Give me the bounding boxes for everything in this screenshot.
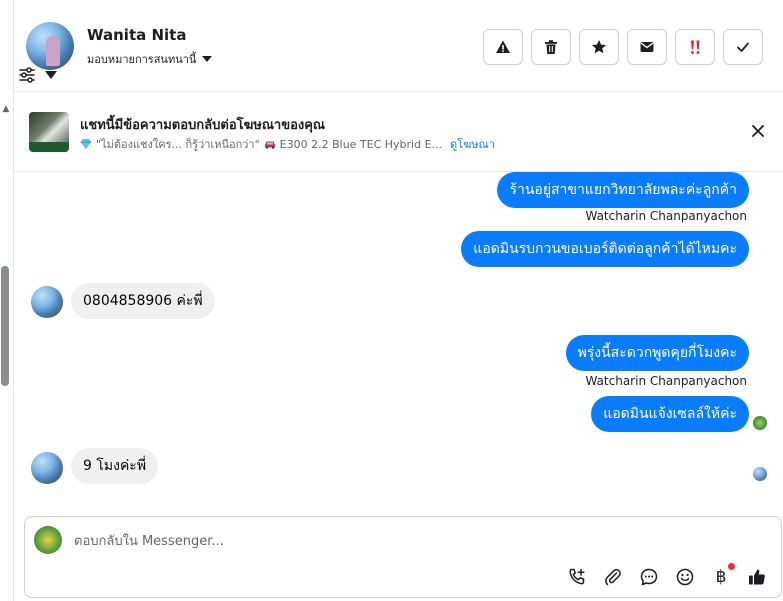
attach-button[interactable] xyxy=(601,565,625,589)
mark-urgent-button[interactable] xyxy=(675,29,715,65)
composer-tools: ฿ xyxy=(565,563,769,589)
scroll-up-arrow-icon[interactable]: ▲ xyxy=(1,104,11,114)
reply-input[interactable] xyxy=(74,531,674,551)
contact-avatar-small xyxy=(31,286,63,318)
close-icon[interactable] xyxy=(751,124,765,138)
notification-dot xyxy=(728,563,735,570)
thumbs-up-button[interactable] xyxy=(745,565,769,589)
conversation-header: Wanita Nita มอบหมายการสนทนานี้ xyxy=(14,0,783,92)
view-ad-link[interactable]: ดูโฆษณา xyxy=(450,135,495,153)
contact-name[interactable]: Wanita Nita xyxy=(87,26,186,44)
message-bubble-outgoing[interactable]: แอดมินรบกวนขอเบอร์ติดต่อลูกค้าได้ไหมคะ xyxy=(461,231,749,267)
mark-unread-button[interactable] xyxy=(627,29,667,65)
trash-icon xyxy=(545,40,557,54)
paperclip-icon xyxy=(605,568,621,586)
page-avatar xyxy=(34,526,62,554)
double-exclamation-icon xyxy=(691,40,700,54)
reply-composer: ฿ xyxy=(24,516,782,598)
emoji-button[interactable] xyxy=(673,565,697,589)
ad-reply-banner: แชทนี้มีข้อความตอบกลับต่อโฆษณาของคุณ "ไม… xyxy=(14,92,783,172)
seen-by-contact-avatar xyxy=(753,467,767,481)
message-bubble-outgoing[interactable]: แอดมินแจ้งเซลล์ให้ค่ะ xyxy=(591,396,749,432)
message-bubble-incoming[interactable]: 9 โมงค่ะพี่ xyxy=(71,448,159,484)
assign-label: มอบหมายการสนทนานี้ xyxy=(87,53,197,66)
message-bubble-outgoing[interactable]: พรุ่งนี้สะดวกพูดคุยกี่โมงคะ xyxy=(565,335,749,371)
baht-icon: ฿ xyxy=(715,567,727,587)
contact-avatar-small xyxy=(31,452,63,484)
assign-conversation-dropdown[interactable]: มอบหมายการสนทนานี้ xyxy=(87,50,213,68)
message-bubble-outgoing[interactable]: ร้านอยู่สาขาแยกวิทยาลัยพละค่ะลูกค้า xyxy=(497,172,749,208)
message-sender-name: Watcharin Chanpanyachon xyxy=(585,374,747,388)
message-thread: ร้านอยู่สาขาแยกวิทยาลัยพละค่ะลูกค้า Watc… xyxy=(14,172,783,512)
mark-done-button[interactable] xyxy=(723,29,763,65)
message-bubble-incoming[interactable]: 0804858906 ค่ะพี่ xyxy=(71,283,215,319)
envelope-icon xyxy=(640,42,654,52)
left-panel-edge: ▲ xyxy=(0,0,14,601)
smiley-icon xyxy=(676,568,694,586)
diamond-icon xyxy=(80,139,92,149)
saved-replies-button[interactable] xyxy=(637,565,661,589)
thumbs-up-icon xyxy=(749,569,765,585)
scrollbar-thumb[interactable] xyxy=(1,266,9,386)
ad-thumbnail[interactable] xyxy=(29,112,69,152)
ad-product: E300 2.2 Blue TEC Hybrid E... xyxy=(279,137,443,151)
report-spam-button[interactable] xyxy=(483,29,523,65)
star-button[interactable] xyxy=(579,29,619,65)
star-icon xyxy=(592,40,606,54)
header-actions xyxy=(483,29,763,65)
call-button[interactable] xyxy=(565,565,589,589)
phone-plus-icon xyxy=(569,568,585,585)
delete-button[interactable] xyxy=(531,29,571,65)
payment-button[interactable]: ฿ xyxy=(709,563,735,589)
warning-icon xyxy=(496,40,510,53)
checkmark-icon xyxy=(737,42,749,52)
seen-by-admin-avatar xyxy=(753,416,767,430)
ad-banner-subtitle: "ไม่ต้องแชงใคร... ก็รู้ว่าเหนือกว่า" E30… xyxy=(80,135,495,153)
car-icon xyxy=(264,141,275,149)
ad-quote: "ไม่ต้องแชงใคร... ก็รู้ว่าเหนือกว่า" xyxy=(96,138,260,151)
ad-banner-title: แชทนี้มีข้อความตอบกลับต่อโฆษณาของคุณ xyxy=(80,118,325,133)
chevron-down-icon xyxy=(202,56,213,62)
chat-bubble-icon xyxy=(640,568,658,586)
contact-avatar[interactable] xyxy=(26,22,74,70)
message-sender-name: Watcharin Chanpanyachon xyxy=(585,209,747,223)
